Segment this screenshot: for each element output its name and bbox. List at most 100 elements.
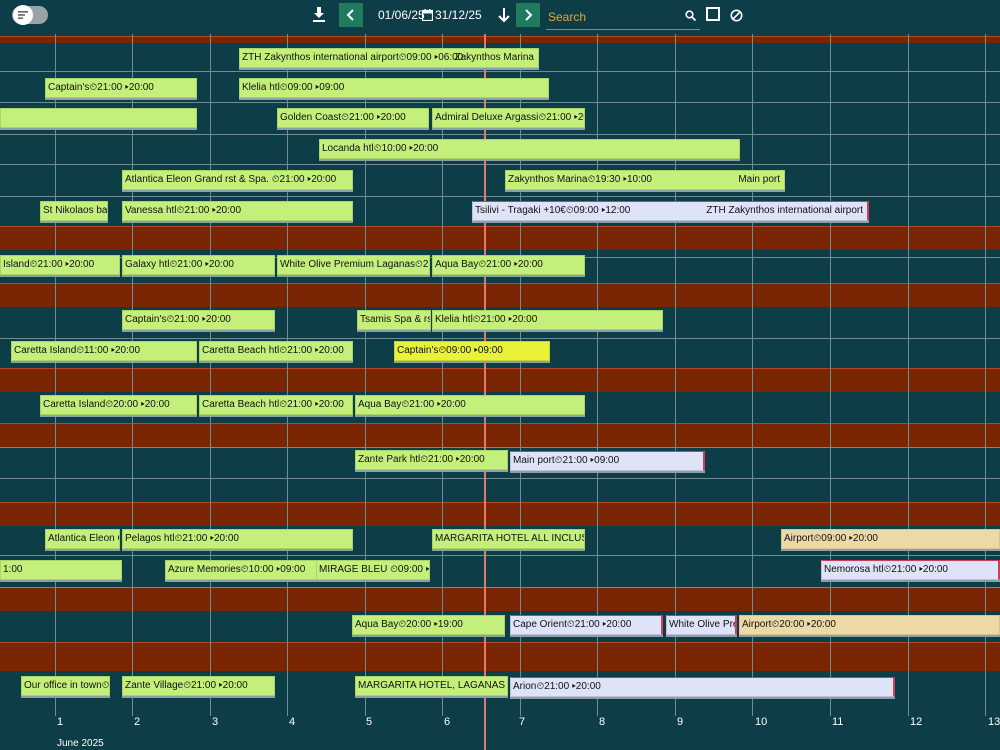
row-separator-band xyxy=(0,587,1000,611)
booking-bar[interactable]: White Olive Premium xyxy=(666,615,737,635)
day-line xyxy=(908,34,909,716)
booking-bar[interactable]: Zante Village⏲21:00 ▸20:00 xyxy=(122,676,275,696)
search-input[interactable] xyxy=(546,5,700,30)
booking-label: Galaxy htl⏲21:00 ▸20:00 xyxy=(125,259,234,270)
day-line xyxy=(55,34,56,716)
row-line xyxy=(0,478,1000,479)
row-separator-band xyxy=(0,368,1000,392)
schedule-grid xyxy=(0,34,1000,716)
booking-label: Vanessa htl⏲21:00 ▸20:00 xyxy=(125,205,242,216)
booking-bar[interactable]: Pelagos htl⏲21:00 ▸20:00 xyxy=(122,529,353,549)
booking-bar[interactable]: Klelia htl⏲09:00 ▸09:00 xyxy=(239,78,549,98)
booking-destination: Zakynthos Marina xyxy=(454,52,534,63)
booking-bar[interactable]: MIRAGE BLEU ⏲09:00 ▸20:00 xyxy=(316,560,430,580)
day-line xyxy=(830,34,831,716)
booking-bar[interactable]: Aqua Bay⏲20:00 ▸19:00 xyxy=(352,615,505,635)
booking-bar[interactable]: Atlantica Eleon Grand rst & Spa. ⏲21:00 … xyxy=(122,170,353,190)
month-label: June 2025 xyxy=(57,738,104,749)
booking-bar[interactable]: Galaxy htl⏲21:00 ▸20:00 xyxy=(122,255,275,275)
arrow-down-icon[interactable] xyxy=(496,5,512,25)
row-separator-band xyxy=(0,423,1000,447)
booking-bar[interactable]: Caretta Island⏲11:00 ▸20:00 xyxy=(11,341,197,361)
booking-bar[interactable]: Main port⏲21:00 ▸09:00 xyxy=(510,451,705,471)
booking-bar[interactable]: White Olive Premium Laganas⏲21:00 ▸20:00 xyxy=(277,255,430,275)
date-to[interactable]: 31/12/25 xyxy=(435,8,482,22)
booking-bar[interactable]: Arion⏲21:00 ▸20:00 xyxy=(510,677,895,697)
booking-bar[interactable]: St Nikolaos bay xyxy=(40,201,108,221)
download-icon[interactable] xyxy=(310,5,328,25)
booking-bar[interactable]: Captain's⏲21:00 ▸20:00 xyxy=(122,310,275,330)
booking-label: MIRAGE BLEU ⏲09:00 ▸20:00 xyxy=(319,564,430,575)
booking-label: Arion⏲21:00 ▸20:00 xyxy=(513,681,601,692)
day-tick-label: 10 xyxy=(755,716,768,728)
sidebar-toggle[interactable] xyxy=(12,5,48,25)
booking-bar[interactable]: Azure Memories⏲10:00 ▸09:00 xyxy=(165,560,318,580)
booking-bar[interactable]: Tsilivi - Tragaki +10€⏲09:00 ▸12:00 ZTH Z… xyxy=(472,201,869,221)
next-button[interactable] xyxy=(516,3,540,27)
booking-bar[interactable]: MARGARITA HOTEL, LAGANAS 290 xyxy=(355,676,508,696)
booking-bar[interactable]: Our office in town⏲14 xyxy=(21,676,110,696)
booking-bar[interactable]: Cape Orient⏲21:00 ▸20:00 xyxy=(510,615,663,635)
booking-bar[interactable]: Golden Coast⏲21:00 ▸20:00 xyxy=(277,108,429,128)
booking-bar[interactable]: Atlantica Eleon Grand xyxy=(45,529,120,549)
row-separator-band xyxy=(0,642,1000,671)
day-tick-label: 3 xyxy=(212,716,219,728)
booking-label: Our office in town⏲14 xyxy=(24,680,110,691)
day-tick-label: 9 xyxy=(677,716,684,728)
booking-bar[interactable]: Klelia htl⏲21:00 ▸20:00 xyxy=(432,310,663,330)
booking-label: Captain's⏲21:00 ▸20:00 xyxy=(125,314,231,325)
block-icon[interactable] xyxy=(729,8,743,22)
calendar-icon[interactable] xyxy=(421,8,433,21)
booking-bar[interactable]: ZTH Zakynthos international airport⏲09:0… xyxy=(239,48,539,68)
day-line xyxy=(520,34,521,716)
booking-bar[interactable]: Admiral Deluxe Argassi⏲21:00 ▸20:00 xyxy=(432,108,585,128)
booking-bar[interactable]: Vanessa htl⏲21:00 ▸20:00 xyxy=(122,201,353,221)
row-line xyxy=(0,134,1000,135)
booking-label: Airport⏲20:00 ▸20:00 xyxy=(742,619,836,630)
prev-button[interactable] xyxy=(339,3,363,27)
booking-bar[interactable]: Caretta Island⏲20:00 ▸20:00 xyxy=(40,395,197,415)
booking-bar[interactable]: Tsamis Spa & rst⏲ xyxy=(357,310,431,330)
booking-label: Caretta Island⏲20:00 ▸20:00 xyxy=(43,399,170,410)
booking-label: Island⏲21:00 ▸20:00 xyxy=(3,259,95,270)
day-tick-label: 12 xyxy=(910,716,923,728)
booking-bar[interactable]: Captain's⏲21:00 ▸20:00 xyxy=(45,78,197,98)
row-line xyxy=(0,164,1000,165)
search-icon[interactable] xyxy=(684,9,696,21)
booking-label: Golden Coast⏲21:00 ▸20:00 xyxy=(280,112,406,123)
day-tick-label: 1 xyxy=(57,716,64,728)
booking-bar[interactable]: Island⏲21:00 ▸20:00 xyxy=(0,255,120,275)
booking-bar[interactable]: Aqua Bay⏲21:00 ▸20:00 xyxy=(355,395,585,415)
row-line xyxy=(0,338,1000,339)
select-checkbox[interactable] xyxy=(706,7,720,21)
booking-bar[interactable]: Airport⏲20:00 ▸20:00 xyxy=(739,615,1000,635)
booking-destination: Main port xyxy=(738,174,780,185)
booking-bar[interactable]: Caretta Beach htl⏲21:00 ▸20:00 xyxy=(199,395,353,415)
booking-label: Captain's⏲09:00 ▸09:00 xyxy=(397,345,503,356)
booking-bar[interactable]: Zakynthos Marina⏲19:30 ▸10:00 Main port xyxy=(505,170,785,190)
row-line xyxy=(0,71,1000,72)
day-tick-label: 8 xyxy=(599,716,606,728)
booking-bar[interactable]: Caretta Beach htl⏲21:00 ▸20:00 xyxy=(199,341,353,361)
day-line xyxy=(132,34,133,716)
booking-label: Captain's⏲21:00 ▸20:00 xyxy=(48,82,154,93)
booking-bar[interactable]: Captain's⏲09:00 ▸09:00 xyxy=(394,341,550,361)
timeline-axis xyxy=(0,716,1000,750)
booking-bar[interactable]: Aqua Bay⏲21:00 ▸20:00 xyxy=(432,255,585,275)
booking-bar[interactable]: Zante Park htl⏲21:00 ▸20:00 xyxy=(355,450,508,470)
booking-bar[interactable]: MARGARITA HOTEL ALL INCLUSIVE xyxy=(432,529,585,549)
booking-bar[interactable]: Airport⏲09:00 ▸20:00 xyxy=(781,529,1000,549)
day-tick-label: 2 xyxy=(134,716,141,728)
date-from[interactable]: 01/06/25 xyxy=(378,8,425,22)
booking-label: Locanda htl⏲10:00 ▸20:00 xyxy=(322,143,439,154)
list-toggle-icon xyxy=(13,5,33,25)
booking-label: Atlantica Eleon Grand xyxy=(48,533,119,544)
day-line xyxy=(675,34,676,716)
booking-label: Azure Memories⏲10:00 ▸09:00 xyxy=(168,564,306,575)
booking-label: Caretta Beach htl⏲21:00 ▸20:00 xyxy=(202,345,344,356)
booking-bar[interactable]: 1:00 xyxy=(0,560,122,580)
booking-bar[interactable] xyxy=(0,108,197,128)
booking-bar[interactable]: Nemorosa htl⏲21:00 ▸20:00 xyxy=(821,560,1000,580)
booking-label: ZTH Zakynthos international airport⏲09:0… xyxy=(242,52,464,63)
booking-bar[interactable]: Locanda htl⏲10:00 ▸20:00 xyxy=(319,139,740,159)
